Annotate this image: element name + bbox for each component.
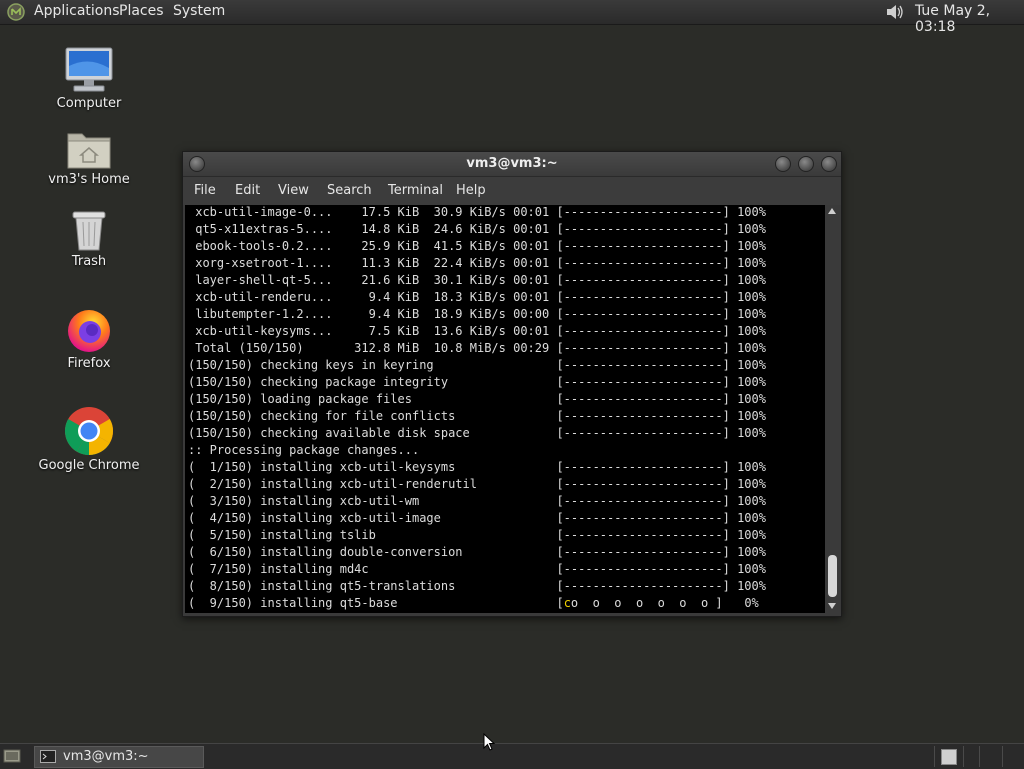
menu-edit[interactable]: Edit <box>235 183 260 198</box>
mate-menu-icon[interactable] <box>6 2 26 22</box>
desktop-icon-computer[interactable]: Computer <box>29 46 149 111</box>
pacman-progress-glyph: c <box>563 596 571 610</box>
taskbar-label: vm3@vm3:~ <box>63 749 149 764</box>
bottom-panel: vm3@vm3:~ <box>0 743 1024 769</box>
mouse-cursor-icon <box>483 733 496 751</box>
menu-view[interactable]: View <box>278 183 309 198</box>
terminal-line: ( 8/150) installing qt5-translations [--… <box>188 579 766 593</box>
computer-icon <box>65 47 113 92</box>
system-menu[interactable]: System <box>173 3 225 19</box>
applications-menu[interactable]: Applications <box>34 3 120 19</box>
menu-search[interactable]: Search <box>327 183 372 198</box>
terminal-line: xorg-xsetroot-1.... 11.3 KiB 22.4 KiB/s … <box>188 256 766 270</box>
terminal-line: ( 6/150) installing double-conversion [-… <box>188 545 766 559</box>
terminal-output[interactable]: xcb-util-image-0... 17.5 KiB 30.9 KiB/s … <box>185 205 825 613</box>
terminal-line: (150/150) checking available disk space … <box>188 426 766 440</box>
desktop-icon-firefox[interactable]: Firefox <box>29 306 149 371</box>
terminal-line: ( 1/150) installing xcb-util-keysyms [--… <box>188 460 766 474</box>
terminal-line: :: Processing package changes... <box>188 443 420 457</box>
desktop-icon-label: Trash <box>71 254 107 269</box>
terminal-line: xcb-util-renderu... 9.4 KiB 18.3 KiB/s 0… <box>188 290 766 304</box>
scroll-down-arrow-icon[interactable] <box>828 603 836 609</box>
places-menu[interactable]: Places <box>119 3 164 19</box>
terminal-line: ( 2/150) installing xcb-util-renderutil … <box>188 477 766 491</box>
window-titlebar[interactable]: vm3@vm3:~ <box>183 152 841 177</box>
terminal-line: Total (150/150) 312.8 MiB 10.8 MiB/s 00:… <box>188 341 766 355</box>
terminal-line: ( 7/150) installing md4c [--------------… <box>188 562 766 576</box>
terminal-menubar: File Edit View Search Terminal Help <box>183 177 841 205</box>
desktop-icon-chrome[interactable]: Google Chrome <box>29 406 149 473</box>
window-title: vm3@vm3:~ <box>466 156 558 171</box>
panel-divider <box>963 746 964 767</box>
minimize-button[interactable] <box>775 156 791 172</box>
desktop-icon-label: Computer <box>56 96 122 111</box>
panel-divider <box>979 746 980 767</box>
menu-file[interactable]: File <box>194 183 216 198</box>
scroll-thumb[interactable] <box>828 555 837 597</box>
terminal-line: (150/150) checking for file conflicts [-… <box>188 409 766 423</box>
show-desktop-icon[interactable] <box>3 748 21 764</box>
terminal-line: ( 3/150) installing xcb-util-wm [-------… <box>188 494 766 508</box>
panel-divider <box>1002 746 1003 767</box>
desktop-icon-label: Google Chrome <box>38 458 140 473</box>
trash-icon <box>72 211 106 251</box>
desktop-icon-home[interactable]: vm3's Home <box>29 128 149 187</box>
terminal-line: libutempter-1.2.... 9.4 KiB 18.9 KiB/s 0… <box>188 307 766 321</box>
terminal-line: ( 4/150) installing xcb-util-image [----… <box>188 511 766 525</box>
taskbar-terminal-button[interactable]: vm3@vm3:~ <box>34 746 204 768</box>
scroll-up-arrow-icon[interactable] <box>828 208 836 214</box>
workspace-switcher[interactable] <box>941 749 957 765</box>
close-button[interactable] <box>821 156 837 172</box>
terminal-line: ( 5/150) installing tslib [-------------… <box>188 528 766 542</box>
terminal-line: layer-shell-qt-5... 21.6 KiB 30.1 KiB/s … <box>188 273 766 287</box>
home-folder-icon <box>67 133 111 169</box>
clock[interactable]: Tue May 2, 03:18 <box>915 3 1024 35</box>
terminal-line: xcb-util-image-0... 17.5 KiB 30.9 KiB/s … <box>188 205 766 219</box>
chrome-icon <box>64 407 114 456</box>
terminal-line: qt5-x11extras-5.... 14.8 KiB 24.6 KiB/s … <box>188 222 766 236</box>
terminal-scrollbar[interactable] <box>826 205 839 613</box>
maximize-button[interactable] <box>798 156 814 172</box>
terminal-line: xcb-util-keysyms... 7.5 KiB 13.6 KiB/s 0… <box>188 324 766 338</box>
terminal-line: (150/150) checking package integrity [--… <box>188 375 766 389</box>
menu-terminal[interactable]: Terminal <box>388 183 443 198</box>
menu-help[interactable]: Help <box>456 183 486 198</box>
top-panel: Applications Places System Tue May 2, 03… <box>0 0 1024 35</box>
desktop-icon-label: vm3's Home <box>48 172 130 187</box>
terminal-icon <box>40 750 56 763</box>
panel-divider <box>934 746 935 767</box>
terminal-line: (150/150) checking keys in keyring [----… <box>188 358 766 372</box>
volume-icon[interactable] <box>884 2 906 22</box>
terminal-line: ebook-tools-0.2.... 25.9 KiB 41.5 KiB/s … <box>188 239 766 253</box>
terminal-line: ( 9/150) installing qt5-base [co o o o o… <box>188 596 759 610</box>
terminal-line: (150/150) loading package files [-------… <box>188 392 766 406</box>
desktop-icon-trash[interactable]: Trash <box>29 208 149 269</box>
terminal-window: vm3@vm3:~ File Edit View Search Terminal… <box>182 151 842 617</box>
desktop-icon-label: Firefox <box>67 356 111 371</box>
firefox-icon <box>68 310 110 352</box>
